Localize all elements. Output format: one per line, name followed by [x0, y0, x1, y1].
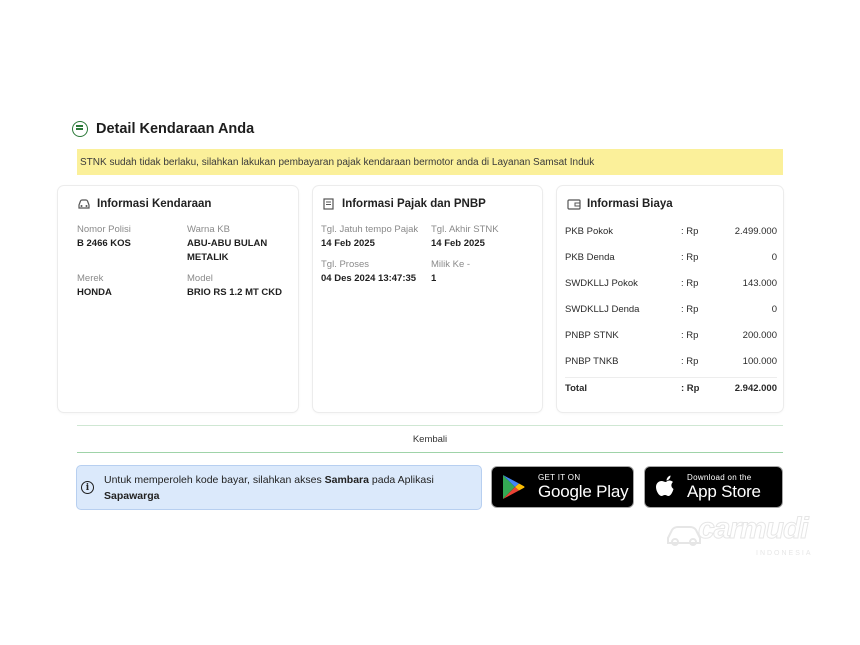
google-play-small-text: GET IT ON	[538, 473, 581, 482]
field-value: HONDA	[77, 287, 112, 298]
info-app2-name: Sapawarga	[104, 489, 160, 502]
car-icon	[78, 199, 90, 209]
app-store-button[interactable]: Download on the App Store	[644, 466, 783, 508]
cost-row: SWDKLLJ Denda : Rp 0	[565, 302, 777, 320]
field-value: BRIO RS 1.2 MT CKD	[187, 287, 283, 298]
field-label: Milik Ke -	[431, 259, 471, 270]
info-prefix: Untuk memperoleh kode bayar, silahkan ak…	[104, 473, 325, 486]
cost-amount: 100.000	[742, 356, 777, 367]
tax-due-date-field: Tgl. Jatuh tempo Pajak 14 Feb 2025	[321, 223, 418, 251]
cost-row: PNBP TNKB : Rp 100.000	[565, 354, 777, 372]
cost-currency: : Rp	[681, 278, 699, 289]
receipt-icon	[323, 198, 334, 210]
cost-name: PKB Pokok	[565, 226, 614, 237]
cost-row: SWDKLLJ Pokok : Rp 143.000	[565, 276, 777, 294]
google-play-button[interactable]: GET IT ON Google Play	[491, 466, 634, 508]
cost-currency: : Rp	[681, 330, 699, 341]
apple-icon	[656, 475, 674, 496]
google-play-icon	[503, 475, 525, 499]
field-value: 04 Des 2024 13:47:35	[321, 273, 417, 284]
cost-name: PKB Denda	[565, 252, 615, 263]
field-value: B 2466 KOS	[77, 238, 131, 249]
cost-amount: 2.499.000	[734, 226, 777, 237]
brand-field: Merek HONDA	[77, 272, 112, 300]
field-label: Nomor Polisi	[77, 224, 131, 235]
cost-amount: 0	[771, 304, 777, 315]
cost-info-header: Informasi Biaya	[567, 198, 673, 210]
cost-amount: 200.000	[742, 330, 777, 341]
cost-currency: : Rp	[681, 304, 699, 315]
cost-name: SWDKLLJ Pokok	[565, 278, 638, 289]
info-app-name: Sambara	[324, 473, 369, 486]
stnk-expired-alert: STNK sudah tidak berlaku, silahkan lakuk…	[77, 149, 783, 175]
cost-total-name: Total	[565, 383, 587, 394]
cost-name: SWDKLLJ Denda	[565, 304, 640, 315]
tax-info-title: Informasi Pajak dan PNBP	[342, 198, 486, 210]
watermark-sub: INDONESIA	[756, 550, 813, 557]
field-value: 14 Feb 2025	[321, 238, 375, 249]
info-icon: i	[81, 481, 94, 494]
field-value: 1	[431, 273, 437, 284]
ownership-field: Milik Ke - 1	[431, 258, 470, 286]
wallet-icon	[567, 199, 581, 210]
tax-info-card: Informasi Pajak dan PNBP Tgl. Jatuh temp…	[313, 186, 542, 412]
app-store-small-text: Download on the	[687, 473, 752, 482]
cost-name: PNBP TNKB	[565, 356, 619, 367]
field-value: 14 Feb 2025	[431, 238, 485, 249]
vehicle-info-header: Informasi Kendaraan	[77, 198, 211, 210]
info-text: Untuk memperoleh kode bayar, silahkan ak…	[104, 472, 434, 504]
cost-amount: 143.000	[742, 278, 777, 289]
info-middle: pada Aplikasi	[368, 473, 434, 486]
color-field: Warna KB ABU-ABU BULAN METALIK	[187, 223, 292, 265]
cost-total-row: Total : Rp 2.942.000	[565, 377, 777, 399]
cost-row: PNBP STNK : Rp 200.000	[565, 328, 777, 346]
plate-number-field: Nomor Polisi B 2466 KOS	[77, 223, 131, 251]
cost-currency: : Rp	[681, 252, 699, 263]
field-label: Tgl. Akhir STNK	[431, 224, 499, 235]
field-label: Tgl. Proses	[321, 259, 370, 270]
cost-row: PKB Pokok : Rp 2.499.000	[565, 224, 777, 242]
payment-code-info: i Untuk memperoleh kode bayar, silahkan …	[76, 465, 482, 510]
section-header: Detail Kendaraan Anda	[72, 118, 254, 140]
cost-row: PKB Denda : Rp 0	[565, 250, 777, 268]
tax-info-header: Informasi Pajak dan PNBP	[322, 198, 486, 210]
page-title: Detail Kendaraan Anda	[96, 121, 255, 137]
field-value: ABU-ABU BULAN METALIK	[187, 238, 268, 263]
document-icon	[72, 121, 88, 137]
cost-total-amount: 2.942.000	[734, 383, 777, 394]
process-date-field: Tgl. Proses 04 Des 2024 13:47:35	[321, 258, 416, 286]
cost-currency: : Rp	[681, 356, 699, 367]
carmudi-watermark: carmudi INDONESIA	[664, 510, 844, 565]
cost-info-card: Informasi Biaya PKB Pokok : Rp 2.499.000…	[557, 186, 783, 412]
model-field: Model BRIO RS 1.2 MT CKD	[187, 272, 282, 300]
cost-currency: : Rp	[681, 226, 699, 237]
field-label: Warna KB	[187, 224, 230, 235]
field-label: Model	[187, 273, 213, 284]
cost-info-title: Informasi Biaya	[587, 198, 673, 210]
app-store-big-text: App Store	[687, 482, 761, 501]
back-button[interactable]: Kembali	[77, 425, 783, 453]
field-label: Merek	[77, 273, 104, 284]
cost-name: PNBP STNK	[565, 330, 619, 341]
watermark-brand: carmudi	[698, 512, 810, 546]
cost-amount: 0	[771, 252, 777, 263]
vehicle-info-title: Informasi Kendaraan	[97, 198, 212, 210]
stnk-end-date-field: Tgl. Akhir STNK 14 Feb 2025	[431, 223, 499, 251]
vehicle-info-card: Informasi Kendaraan Nomor Polisi B 2466 …	[58, 186, 298, 412]
google-play-big-text: Google Play	[538, 482, 629, 501]
field-label: Tgl. Jatuh tempo Pajak	[321, 224, 419, 235]
cost-currency: : Rp	[681, 383, 700, 394]
